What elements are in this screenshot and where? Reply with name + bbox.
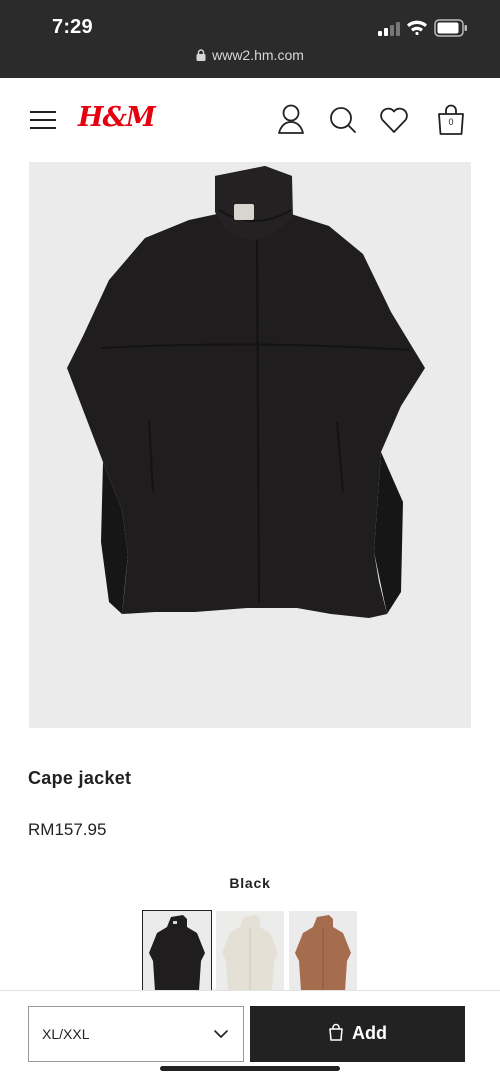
color-swatch-brown[interactable] — [289, 911, 357, 991]
add-to-bag-bar: XL/XXL Add — [0, 990, 500, 1080]
browser-status-bar: 7:29 www2.hm.com — [0, 0, 500, 78]
product-image[interactable] — [29, 162, 471, 728]
beige-cape-thumbnail — [216, 911, 284, 991]
color-swatch-black[interactable] — [142, 910, 212, 992]
size-value: XL/XXL — [42, 1026, 90, 1042]
add-button-label: Add — [352, 1023, 387, 1043]
wifi-icon — [407, 20, 427, 35]
site-header: H&M 0 — [0, 78, 500, 162]
lock-icon — [196, 49, 206, 61]
menu-icon[interactable] — [30, 111, 56, 131]
battery-icon — [434, 19, 467, 37]
bag-count: 0 — [448, 117, 454, 127]
home-indicator — [160, 1066, 340, 1071]
url-bar[interactable]: www2.hm.com — [0, 47, 500, 63]
product-price: RM157.95 — [28, 820, 107, 839]
bag-icon — [329, 1023, 343, 1041]
selected-color-label: Black — [229, 875, 271, 891]
brown-cape-thumbnail — [289, 911, 357, 991]
product-title: Cape jacket — [28, 768, 132, 788]
clock: 7:29 — [52, 16, 93, 38]
size-selector[interactable]: XL/XXL — [28, 1006, 244, 1062]
color-swatch-light-beige[interactable] — [216, 911, 284, 991]
account-icon[interactable] — [275, 103, 307, 137]
cape-jacket-image — [29, 162, 471, 728]
black-cape-thumbnail — [143, 911, 211, 991]
heart-icon[interactable] — [378, 103, 410, 137]
bag-icon[interactable]: 0 — [435, 103, 467, 137]
search-icon[interactable] — [327, 103, 359, 137]
chevron-down-icon — [214, 1030, 228, 1038]
url-text: www2.hm.com — [212, 47, 304, 63]
brand-logo[interactable]: H&M — [78, 102, 156, 133]
add-button[interactable]: Add — [250, 1006, 465, 1062]
cellular-signal-icon — [378, 22, 400, 36]
